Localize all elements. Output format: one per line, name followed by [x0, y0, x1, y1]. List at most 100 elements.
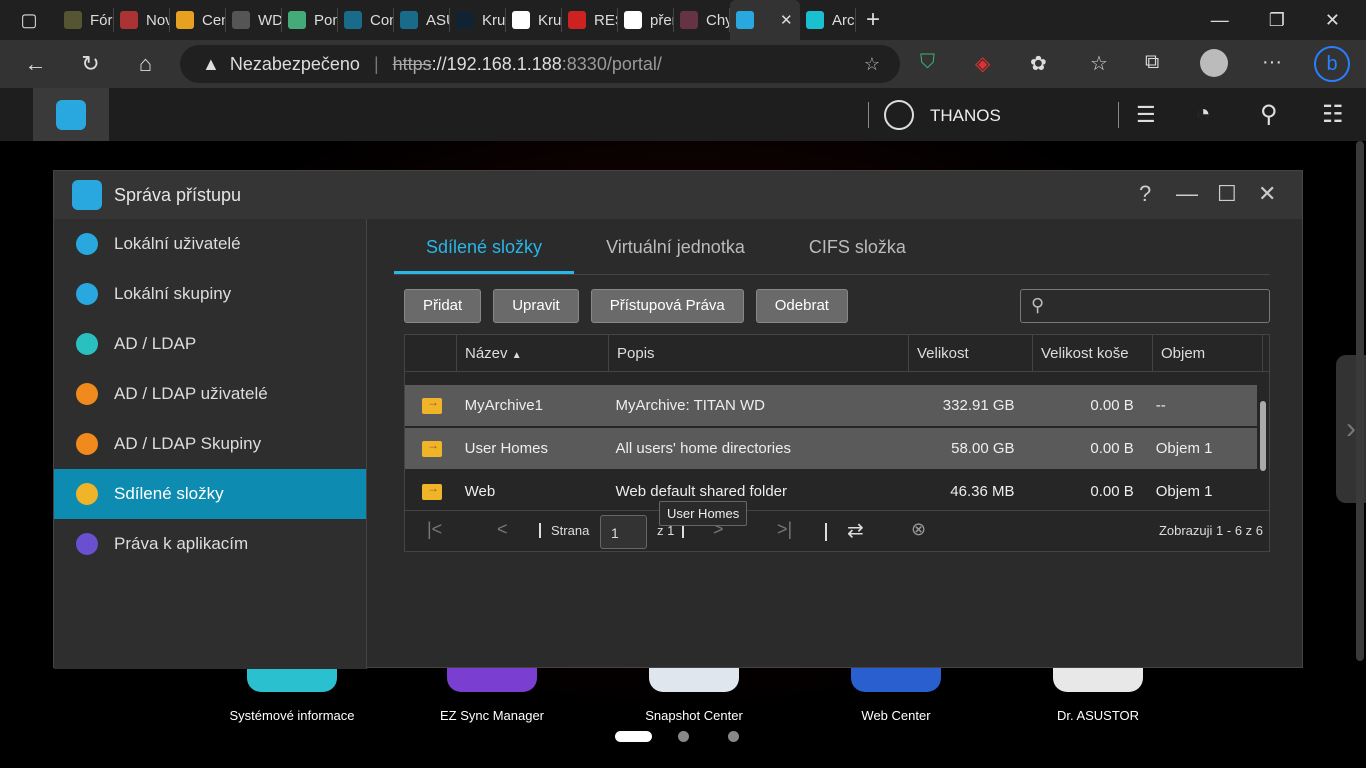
sidebar-item-icon: [76, 383, 98, 405]
restore-icon[interactable]: ❐: [1269, 10, 1285, 31]
maximize-button[interactable]: ☐: [1217, 181, 1237, 207]
user-icon[interactable]: [884, 100, 914, 130]
browser-tab[interactable]: WD: [226, 8, 282, 32]
dock-app-icon[interactable]: [447, 668, 537, 692]
page-input[interactable]: 1: [600, 515, 647, 549]
browser-tab[interactable]: Kruh: [506, 8, 562, 32]
dock-app-icon[interactable]: [1053, 668, 1143, 692]
page-dot[interactable]: [678, 731, 689, 742]
favorites-icon[interactable]: ☆: [1090, 51, 1108, 76]
profile-avatar[interactable]: [1200, 49, 1228, 77]
dock-app-label[interactable]: Dr. ASUSTOR: [1028, 707, 1168, 725]
sidebar-item[interactable]: AD / LDAP uživatelé: [54, 369, 366, 419]
dock-app-label[interactable]: Snapshot Center: [624, 707, 764, 725]
shield-extension-icon[interactable]: ⛉: [920, 51, 935, 74]
tab[interactable]: CIFS složka: [777, 219, 938, 274]
tab-favicon-icon: [806, 11, 824, 29]
back-icon[interactable]: ←: [8, 51, 63, 77]
browser-tab[interactable]: RESI: [562, 8, 618, 32]
tab-favicon-icon: [176, 11, 194, 29]
help-button[interactable]: ?: [1139, 181, 1151, 207]
last-page-button[interactable]: >|: [777, 519, 792, 540]
dock-app-icon[interactable]: [851, 668, 941, 692]
sidebar-item[interactable]: AD / LDAP Skupiny: [54, 419, 366, 469]
browser-tab[interactable]: ASU: [394, 8, 450, 32]
messages-icon[interactable]: ☰: [1136, 102, 1156, 128]
browser-tab[interactable]: Cent: [170, 8, 226, 32]
dock-app-icon[interactable]: [649, 668, 739, 692]
refresh-icon[interactable]: ⇄: [847, 518, 864, 543]
prev-page-button[interactable]: <: [497, 519, 508, 540]
extension-icon[interactable]: ◈: [975, 51, 990, 76]
scrollbar[interactable]: [1356, 141, 1364, 661]
close-button[interactable]: ✕: [1258, 181, 1276, 207]
username[interactable]: THANOS: [930, 106, 1001, 126]
toolbar-button[interactable]: Upravit: [493, 289, 579, 323]
search-icon[interactable]: ⚲: [1260, 100, 1278, 129]
dock-app-label[interactable]: EZ Sync Manager: [422, 707, 562, 725]
toolbar-button[interactable]: Přidat: [404, 289, 482, 323]
extensions-icon[interactable]: ✿: [1030, 51, 1047, 76]
minimize-icon[interactable]: —: [1211, 10, 1229, 31]
dashboard-icon[interactable]: ◔: [1196, 100, 1211, 128]
browser-tab[interactable]: Chyt: [674, 8, 730, 32]
tab-title: přen: [650, 11, 673, 29]
home-icon[interactable]: ⌂: [118, 51, 173, 77]
page-dot-active[interactable]: [615, 731, 652, 742]
table-row[interactable]: Web Web default shared folder 46.36 MB 0.00…: [405, 471, 1257, 512]
tab-close-icon[interactable]: ✕: [780, 11, 793, 29]
table-row[interactable]: MyArchive1 MyArchive: TITAN WD 332.91 GB 0.…: [405, 385, 1257, 426]
url-field[interactable]: ▲ Nezabezpečeno | https://192.168.1.188:…: [180, 45, 900, 83]
column-header[interactable]: Objem: [1153, 335, 1263, 371]
browser-tab[interactable]: Com: [338, 8, 394, 32]
toolbar-button[interactable]: Odebrat: [755, 289, 848, 323]
toolbar-button[interactable]: Přístupová Práva: [590, 289, 744, 323]
pager-status: Zobrazuji 1 - 6 z 6: [1158, 523, 1263, 538]
table-row[interactable]: User Homes All users' home directories 58.…: [405, 428, 1257, 469]
sidebar-item[interactable]: Sdílené složky: [54, 469, 366, 519]
favorite-add-icon[interactable]: ☆: [864, 54, 880, 75]
taskbar-app-access-control[interactable]: [33, 88, 109, 141]
search-input[interactable]: ⚲: [1020, 289, 1270, 323]
page-dot[interactable]: [728, 731, 739, 742]
first-page-button[interactable]: |<: [427, 519, 442, 540]
sidebar-item[interactable]: Lokální skupiny: [54, 269, 366, 319]
sidebar-item[interactable]: Práva k aplikacím: [54, 519, 366, 569]
browser-tab[interactable]: Pom: [282, 8, 338, 32]
browser-tab[interactable]: Arch: [800, 8, 856, 32]
browser-tab[interactable]: Novi: [114, 8, 170, 32]
page-label: Strana: [539, 523, 589, 538]
tab[interactable]: Virtuální jednotka: [574, 219, 777, 274]
tab-favicon-icon: [736, 11, 754, 29]
tab-favicon-icon: [64, 11, 82, 29]
new-tab-button[interactable]: +: [866, 6, 880, 34]
refresh-icon[interactable]: ↻: [63, 51, 118, 77]
browser-tab[interactable]: Kruh: [450, 8, 506, 32]
column-header[interactable]: Popis: [609, 335, 909, 371]
browser-tab[interactable]: ✕: [730, 0, 800, 40]
column-header[interactable]: Velikost koše: [1033, 335, 1153, 371]
window-title-bar[interactable]: Správa přístupu ? — ☐ ✕: [54, 171, 1302, 219]
browser-tab[interactable]: Fóru: [58, 8, 114, 32]
bing-icon[interactable]: b: [1314, 46, 1350, 82]
browser-tab[interactable]: přen: [618, 8, 674, 32]
more-icon[interactable]: ···: [1262, 51, 1282, 74]
collections-icon[interactable]: ⧉: [1145, 51, 1159, 74]
minimize-button[interactable]: —: [1176, 181, 1198, 207]
table-scrollbar[interactable]: [1260, 401, 1266, 471]
sidebar-item[interactable]: AD / LDAP: [54, 319, 366, 369]
clear-icon[interactable]: ⊗: [911, 519, 926, 540]
dock-app-icon[interactable]: [247, 668, 337, 692]
tab[interactable]: Sdílené složky: [394, 219, 575, 274]
close-icon[interactable]: ✕: [1325, 10, 1340, 31]
column-header[interactable]: Velikost: [909, 335, 1033, 371]
dock-app-label[interactable]: Web Center: [826, 707, 966, 725]
sidebar-item[interactable]: Lokální uživatelé: [54, 219, 366, 269]
shared-folder-icon: [422, 438, 442, 457]
tab-favicon-icon: [120, 11, 138, 29]
tab-actions-icon[interactable]: ▢: [0, 10, 58, 31]
settings-icon[interactable]: ☷: [1322, 100, 1344, 129]
dock-app-label[interactable]: Systémové informace: [222, 707, 362, 725]
window-title: Správa přístupu: [114, 184, 242, 205]
column-header[interactable]: Název ▲: [457, 335, 609, 371]
